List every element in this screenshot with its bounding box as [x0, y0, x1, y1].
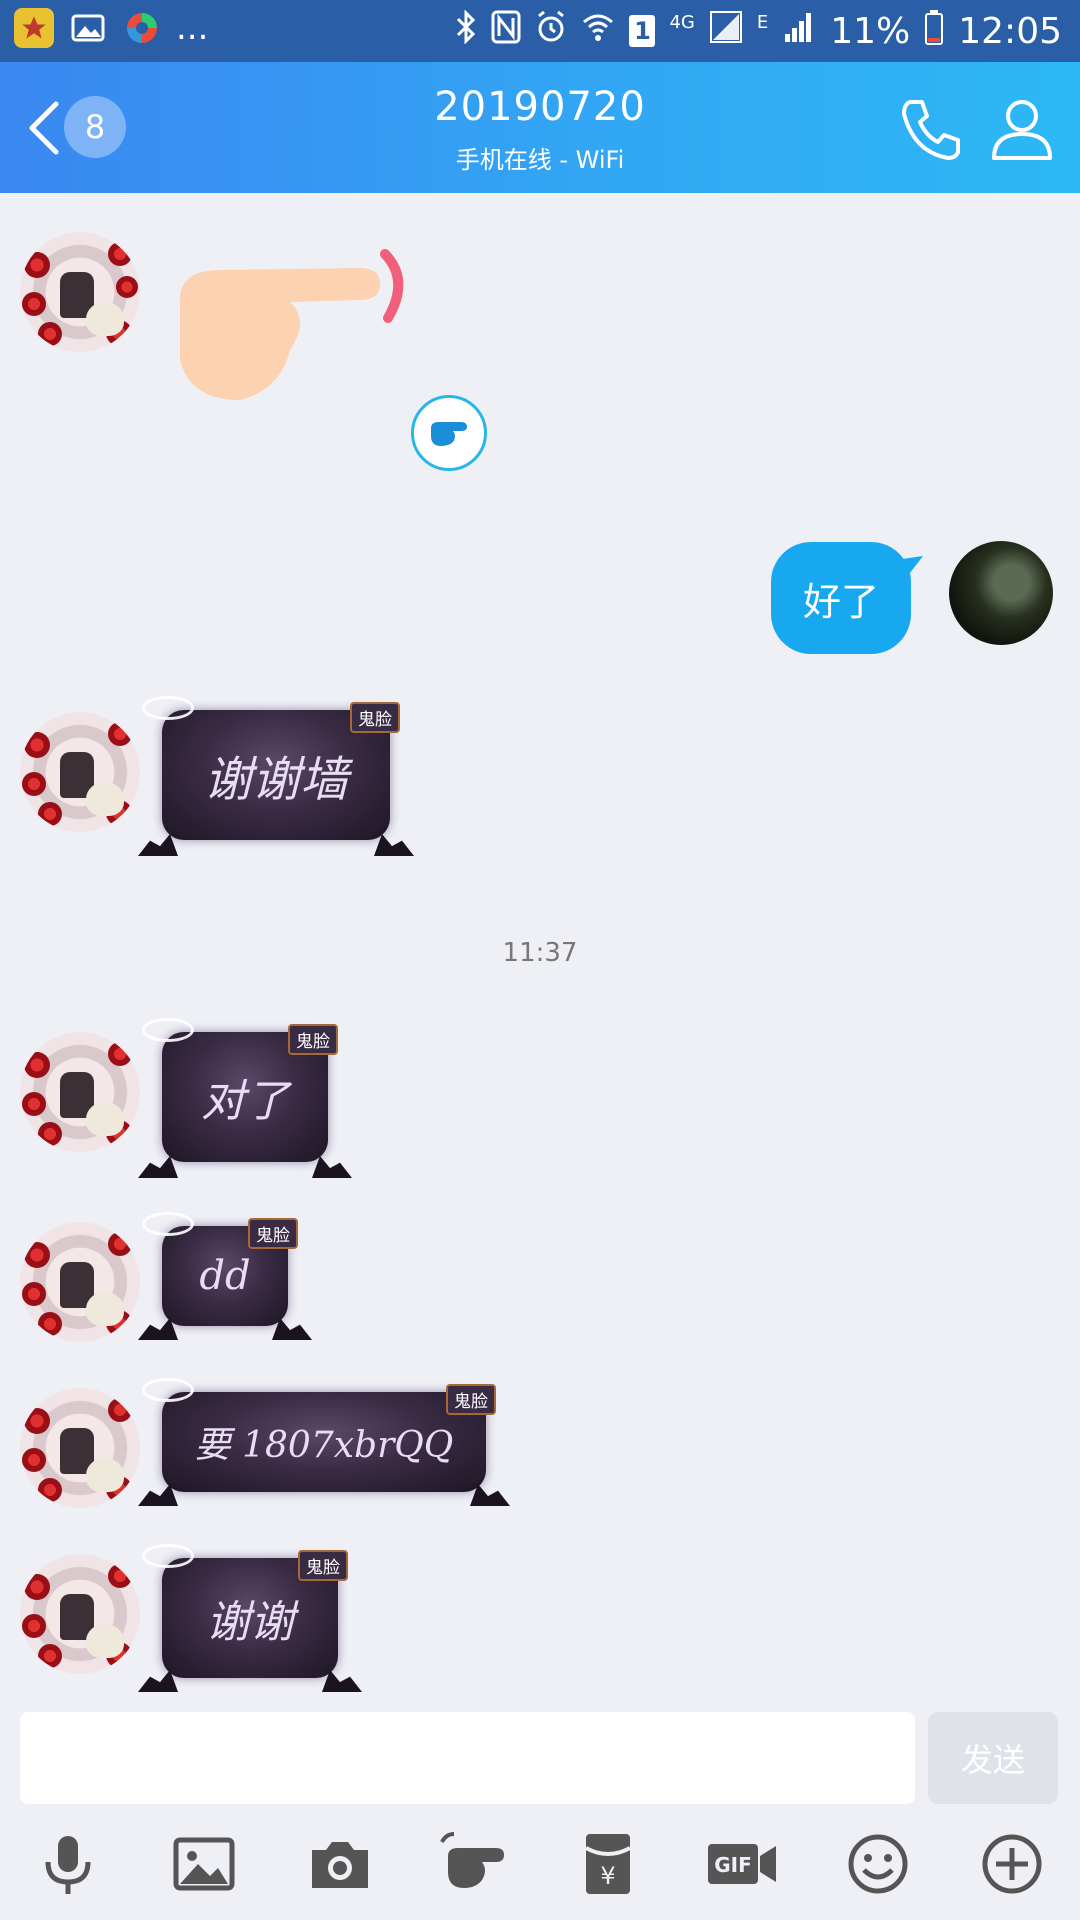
image-icon[interactable] — [170, 1830, 238, 1898]
contact-avatar[interactable] — [20, 1554, 140, 1674]
message-text: dd — [199, 1253, 251, 1299]
app-star-icon — [14, 8, 54, 48]
contact-avatar[interactable] — [20, 1222, 140, 1342]
sim-slot-icon: 1 — [629, 15, 656, 47]
nfc-icon — [491, 10, 521, 53]
gif-icon[interactable]: GIF — [704, 1830, 780, 1898]
wifi-icon — [581, 10, 615, 53]
message-text: 谢谢墙 — [203, 752, 348, 808]
signal-icon — [709, 10, 743, 53]
received-message-bubble[interactable]: dd 鬼脸 — [138, 1212, 288, 1340]
message-text: 要 1807xbrQQ — [194, 1425, 454, 1466]
pointing-hand-icon — [180, 249, 404, 400]
more-notifications: ... — [176, 8, 209, 48]
clock: 12:05 — [958, 10, 1062, 52]
bubble-tag: 鬼脸 — [288, 1024, 338, 1055]
plus-icon[interactable] — [978, 1830, 1046, 1898]
battery-icon — [924, 9, 944, 54]
poke-badge-icon[interactable] — [411, 395, 487, 471]
svg-text:¥: ¥ — [600, 1862, 615, 1890]
signal-icon-2 — [782, 10, 816, 53]
received-message-bubble[interactable]: 要 1807xbrQQ 鬼脸 — [138, 1378, 486, 1506]
message-text: 谢谢 — [206, 1597, 294, 1648]
alarm-icon — [535, 10, 567, 53]
status-bar: ... 1 4G E 11% 12:05 — [0, 0, 1080, 62]
svg-text:GIF: GIF — [714, 1853, 752, 1877]
bubble-tag: 鬼脸 — [446, 1384, 496, 1415]
network-4g-label: 4G — [669, 12, 695, 33]
chat-header: 8 20190720 手机在线 - WiFi — [0, 62, 1080, 193]
red-packet-icon[interactable]: ¥ — [574, 1830, 642, 1898]
user-icon — [992, 100, 1052, 160]
bubble-tag: 鬼脸 — [248, 1218, 298, 1249]
bubble-tag: 鬼脸 — [350, 702, 400, 733]
call-button[interactable] — [896, 92, 968, 164]
message-text: 好了 — [802, 579, 879, 624]
bubble-tag: 鬼脸 — [298, 1550, 348, 1581]
contact-avatar[interactable] — [20, 1032, 140, 1152]
profile-button[interactable] — [986, 92, 1058, 164]
my-avatar[interactable] — [949, 541, 1053, 645]
send-button[interactable]: 发送 — [928, 1712, 1058, 1804]
received-message-bubble[interactable]: 谢谢墙 鬼脸 — [138, 696, 390, 856]
message-text: 对了 — [201, 1076, 289, 1127]
bluetooth-icon — [455, 8, 477, 53]
microphone-icon[interactable] — [34, 1830, 102, 1898]
camera-icon[interactable] — [306, 1830, 374, 1898]
input-toolbar: ¥ GIF — [0, 1830, 1080, 1910]
battery-percent: 11% — [830, 10, 911, 52]
contact-avatar[interactable] — [20, 712, 140, 832]
sent-message-bubble[interactable]: 好了 — [771, 542, 923, 654]
received-message-bubble[interactable]: 对了 鬼脸 — [138, 1018, 328, 1178]
network-e-label: E — [756, 12, 769, 33]
timestamp: 11:37 — [502, 938, 578, 968]
phone-icon — [902, 100, 960, 160]
pointing-hand-sticker[interactable] — [160, 240, 420, 410]
message-input[interactable] — [20, 1712, 915, 1804]
gallery-icon — [68, 8, 108, 48]
browser-icon — [122, 8, 162, 48]
contact-avatar[interactable] — [20, 232, 140, 352]
poke-icon[interactable] — [438, 1830, 514, 1898]
emoji-icon[interactable] — [844, 1830, 912, 1898]
received-message-bubble[interactable]: 谢谢 鬼脸 — [138, 1544, 338, 1692]
contact-avatar[interactable] — [20, 1388, 140, 1508]
